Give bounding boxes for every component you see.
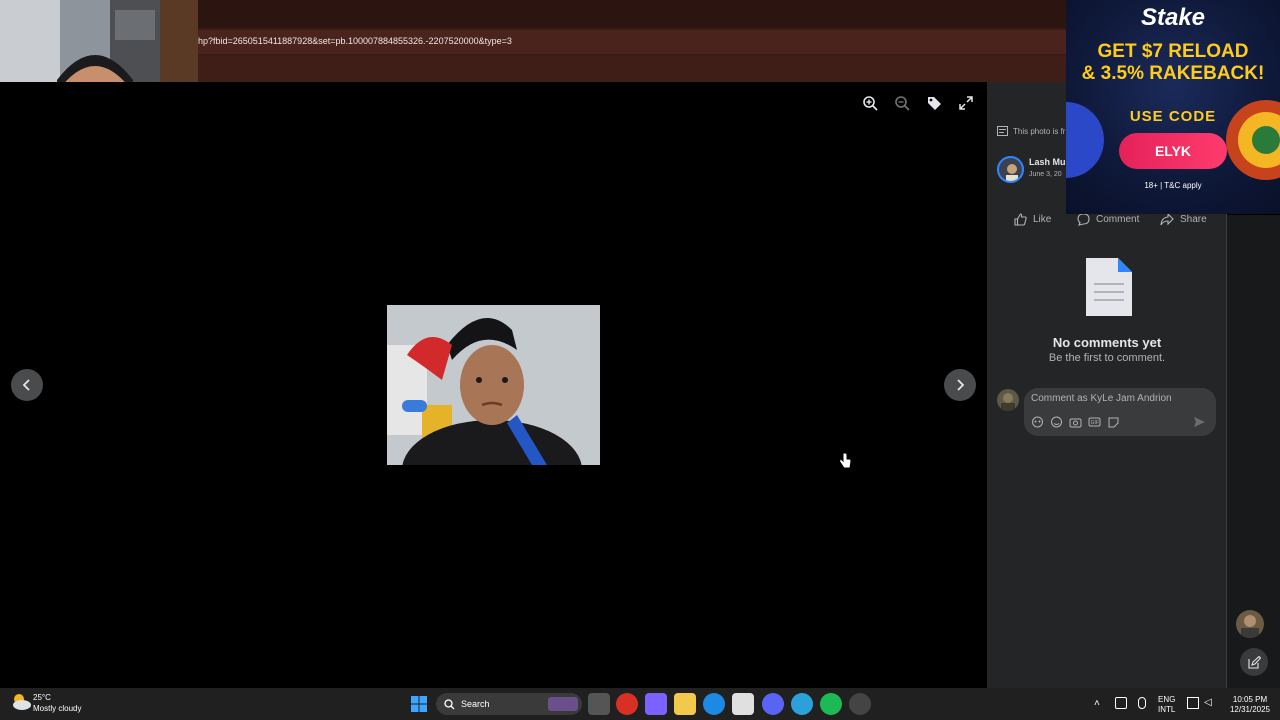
tab-strip[interactable] bbox=[196, 0, 1066, 28]
copilot-icon[interactable] bbox=[645, 693, 667, 715]
fullscreen-icon[interactable] bbox=[954, 91, 978, 115]
comment-label: Comment bbox=[1096, 214, 1140, 225]
comment-button[interactable]: Comment bbox=[1077, 213, 1139, 226]
volume-icon[interactable]: ◁ bbox=[1204, 697, 1212, 708]
hand-cursor-icon bbox=[839, 452, 852, 469]
main-photo[interactable] bbox=[387, 305, 600, 465]
info-list-icon bbox=[997, 126, 1008, 136]
ad-headline-line2: & 3.5% RAKEBACK! bbox=[1081, 63, 1265, 84]
like-button[interactable]: Like bbox=[1014, 213, 1051, 226]
sticker-icon[interactable] bbox=[1107, 416, 1120, 428]
new-message-button[interactable] bbox=[1240, 648, 1268, 676]
empty-comments-subtitle: Be the first to comment. bbox=[1048, 352, 1166, 364]
author-avatar[interactable] bbox=[997, 156, 1024, 183]
microphone-icon[interactable] bbox=[1138, 697, 1146, 709]
weather-desc[interactable]: Mostly cloudy bbox=[33, 704, 81, 713]
language-indicator[interactable]: ENG INTL bbox=[1158, 695, 1175, 715]
app-icon[interactable] bbox=[849, 693, 871, 715]
share-label: Share bbox=[1180, 214, 1207, 225]
tag-icon[interactable] bbox=[922, 91, 946, 115]
ad-disclaimer: 18+ | T&C apply bbox=[1144, 181, 1202, 190]
author-name[interactable]: Lash Mu bbox=[1029, 157, 1066, 167]
comment-input[interactable]: Comment as KyLe Jam Andrion bbox=[1031, 393, 1172, 404]
spotify-icon[interactable] bbox=[820, 693, 842, 715]
post-date[interactable]: June 3, 20 bbox=[1029, 171, 1062, 178]
taskbar bbox=[0, 688, 1280, 720]
ad-code-button[interactable]: ELYK bbox=[1119, 133, 1227, 169]
ad-use-code-label: USE CODE bbox=[1129, 108, 1217, 125]
discord-icon[interactable] bbox=[762, 693, 784, 715]
comment-icon bbox=[1077, 213, 1090, 226]
search-icon bbox=[444, 698, 455, 709]
share-button[interactable]: Share bbox=[1160, 213, 1207, 226]
chat-head-avatar[interactable] bbox=[1236, 610, 1264, 638]
clock-time: 10:05 PM bbox=[1232, 695, 1268, 704]
store-icon[interactable] bbox=[732, 693, 754, 715]
previous-photo-button[interactable] bbox=[11, 369, 43, 401]
compose-icon bbox=[1247, 655, 1261, 669]
tray-chevron-up-icon[interactable]: ˄ bbox=[1094, 698, 1100, 709]
display-icon[interactable] bbox=[1187, 697, 1199, 709]
windows-start-icon[interactable] bbox=[408, 693, 430, 715]
chevron-left-icon bbox=[22, 379, 30, 391]
photo-notice: This photo is fr bbox=[997, 126, 1065, 136]
avatar-sticker-icon[interactable] bbox=[1031, 416, 1044, 428]
chevron-right-icon bbox=[957, 379, 965, 391]
tray-network-icon[interactable] bbox=[1115, 697, 1127, 709]
send-icon[interactable] bbox=[1193, 416, 1206, 428]
task-view-icon[interactable] bbox=[588, 693, 610, 715]
bookmarks-bar bbox=[196, 56, 1066, 82]
file-explorer-icon[interactable] bbox=[674, 693, 696, 715]
photo-content bbox=[387, 305, 600, 465]
empty-comments-title: No comments yet bbox=[1052, 335, 1162, 350]
telegram-icon[interactable] bbox=[791, 693, 813, 715]
emoji-icon[interactable] bbox=[1050, 416, 1063, 428]
chrome-icon[interactable] bbox=[616, 693, 638, 715]
search-label: Search bbox=[461, 699, 490, 709]
lang-line2: INTL bbox=[1158, 705, 1176, 714]
zoom-in-icon[interactable] bbox=[858, 91, 882, 115]
document-icon bbox=[1086, 258, 1132, 316]
weather-temp[interactable]: 25°C bbox=[33, 693, 51, 702]
like-label: Like bbox=[1033, 214, 1052, 225]
search-highlight-image bbox=[548, 697, 578, 711]
comment-tools: GIF bbox=[1031, 416, 1120, 428]
current-user-avatar[interactable] bbox=[997, 389, 1019, 411]
share-icon bbox=[1160, 213, 1174, 226]
next-photo-button[interactable] bbox=[944, 369, 976, 401]
clock[interactable]: 10:05 PM 12/31/2025 bbox=[1222, 695, 1278, 715]
camera-icon[interactable] bbox=[1069, 416, 1082, 428]
ad-headline-line1: GET $7 RELOAD bbox=[1097, 41, 1249, 62]
gif-icon[interactable]: GIF bbox=[1088, 416, 1101, 428]
svg-text:GIF: GIF bbox=[1091, 420, 1099, 426]
taskbar-search-box[interactable]: Search bbox=[436, 693, 582, 715]
ad-brand-logo[interactable]: Stake bbox=[1066, 4, 1280, 32]
weather-icon[interactable] bbox=[10, 692, 32, 712]
lang-line1: ENG bbox=[1158, 695, 1176, 704]
url-text[interactable]: hp?fbid=2650515411887928&set=pb.10000788… bbox=[198, 36, 512, 46]
zoom-out-icon[interactable] bbox=[890, 91, 914, 115]
clock-date: 12/31/2025 bbox=[1229, 705, 1271, 714]
photo-notice-text: This photo is fr bbox=[1013, 126, 1066, 136]
edge-icon[interactable] bbox=[703, 693, 725, 715]
like-icon bbox=[1014, 213, 1027, 226]
